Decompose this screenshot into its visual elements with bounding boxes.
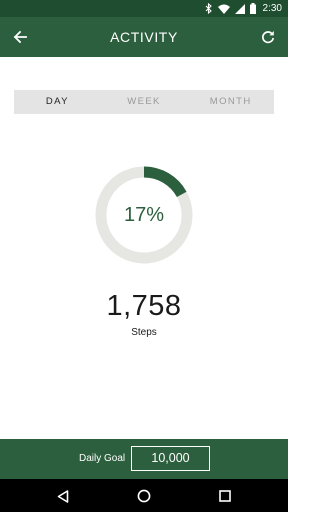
tab-day[interactable]: DAY — [14, 90, 101, 114]
steps-label: Steps — [131, 327, 157, 338]
nav-recents-button[interactable] — [214, 485, 236, 507]
steps-count: 1,758 — [106, 290, 182, 322]
back-triangle-icon — [57, 489, 69, 503]
daily-goal-bar: Daily Goal 10,000 — [0, 439, 288, 479]
wifi-icon — [217, 4, 230, 14]
battery-icon — [249, 3, 256, 14]
progress-percent: 17% — [123, 204, 165, 226]
app-bar: ACTIVITY — [0, 17, 288, 57]
recents-square-icon — [219, 490, 231, 502]
page-title: ACTIVITY — [110, 29, 178, 45]
activity-screen: 2:30 ACTIVITY DAY WEEK MONTH 17% 1,758 S… — [0, 0, 288, 512]
nav-home-button[interactable] — [133, 485, 155, 507]
tab-week[interactable]: WEEK — [101, 90, 188, 114]
nav-back-button[interactable] — [52, 485, 74, 507]
tab-month[interactable]: MONTH — [187, 90, 274, 114]
status-time: 2:30 — [262, 3, 282, 14]
status-bar: 2:30 — [0, 0, 288, 17]
signal-icon — [234, 3, 245, 14]
system-nav-bar — [0, 479, 288, 512]
daily-goal-label: Daily Goal — [79, 453, 126, 464]
progress-ring: 17% — [94, 165, 194, 265]
refresh-button[interactable] — [256, 25, 280, 49]
home-circle-icon — [137, 489, 151, 503]
refresh-icon — [262, 31, 275, 44]
bluetooth-icon — [205, 3, 213, 14]
daily-goal-input[interactable]: 10,000 — [131, 446, 210, 471]
period-tabs: DAY WEEK MONTH — [14, 90, 274, 114]
